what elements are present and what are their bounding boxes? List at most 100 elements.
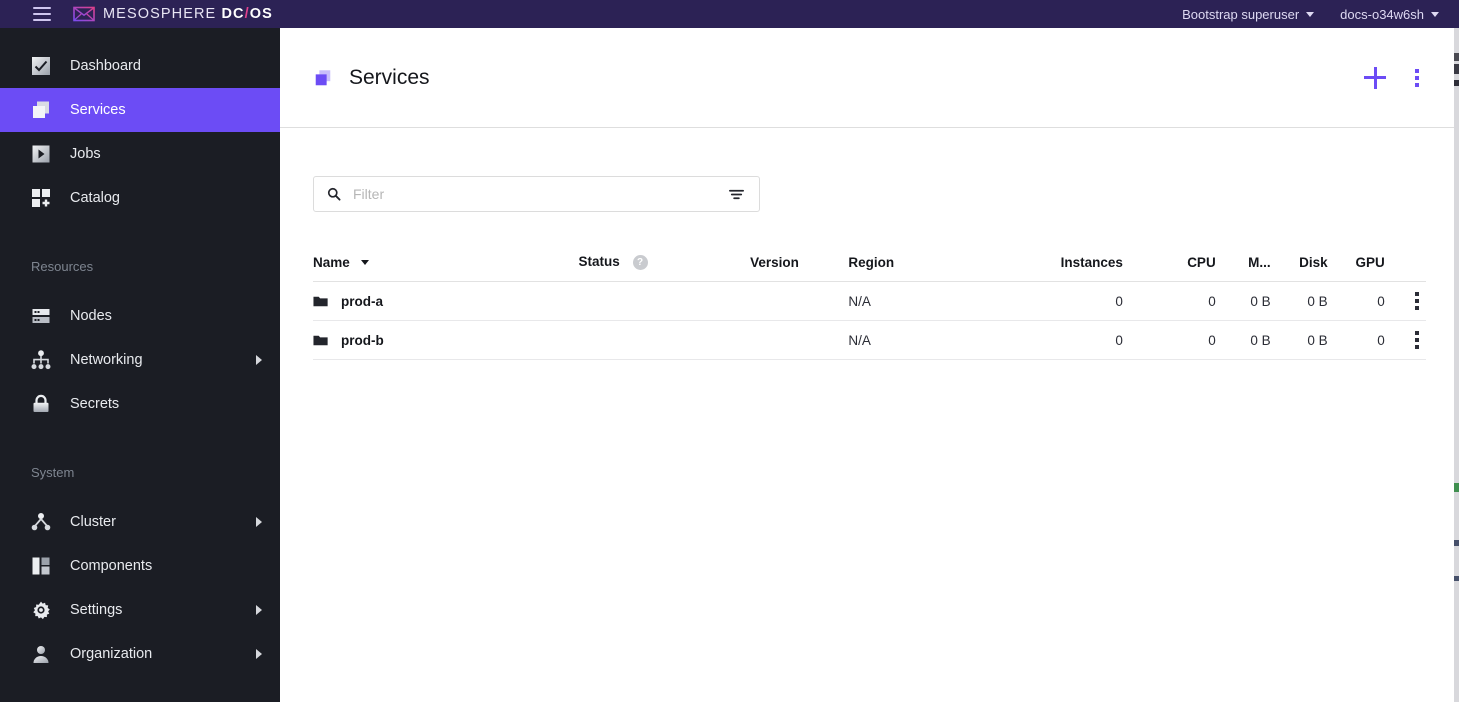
user-menu[interactable]: Bootstrap superuser <box>1182 7 1315 22</box>
column-header-status[interactable]: Status ? <box>578 254 751 282</box>
cell-name[interactable]: prod-b <box>313 320 579 360</box>
page-header-actions <box>1364 66 1426 89</box>
column-header-actions <box>1384 254 1426 282</box>
help-icon[interactable]: ? <box>632 255 648 270</box>
kebab-dot <box>1415 75 1419 80</box>
components-icon <box>32 557 50 575</box>
sidebar-item-label: Jobs <box>70 146 101 162</box>
cluster-menu[interactable]: docs-o34w6sh <box>1340 7 1439 22</box>
cell-instances: 0 <box>1028 320 1123 360</box>
column-header-gpu[interactable]: GPU <box>1327 254 1385 282</box>
sidebar: Dashboard Services Jobs Catalog Resource <box>0 28 280 702</box>
service-name: prod-a <box>341 293 383 309</box>
table-body: prod-a N/A 0 0 0 B 0 B 0 prod-b N/A 0 0 … <box>313 281 1426 360</box>
sidebar-item-label: Organization <box>70 646 153 662</box>
sidebar-item-label: Services <box>70 102 126 118</box>
top-bar: MESOSPHERE DC/OS Bootstrap superuser doc… <box>0 0 1459 28</box>
sidebar-item-nodes[interactable]: Nodes <box>0 294 280 338</box>
more-vertical-icon[interactable] <box>1408 67 1426 89</box>
cell-mem: 0 B <box>1215 281 1271 321</box>
filter-bar[interactable] <box>313 176 760 212</box>
catalog-icon <box>32 189 50 207</box>
nodes-icon <box>32 309 50 323</box>
sidebar-item-label: Secrets <box>70 396 120 412</box>
hamburger-icon[interactable] <box>33 7 51 21</box>
column-header-cpu[interactable]: CPU <box>1122 254 1216 282</box>
edge-fleck <box>1454 576 1459 581</box>
service-name: prod-b <box>341 332 384 348</box>
column-header-region[interactable]: Region <box>848 254 1029 282</box>
kebab-dot <box>1415 68 1419 73</box>
search-input[interactable] <box>353 186 728 202</box>
column-header-name[interactable]: Name <box>313 254 579 282</box>
services-content: Name Status ? Version Region Instances C… <box>280 128 1459 360</box>
kebab-dot <box>1415 338 1419 342</box>
service-name-group: prod-a <box>313 294 579 309</box>
sort-desc-icon <box>360 259 369 265</box>
cluster-menu-label: docs-o34w6sh <box>1340 6 1424 22</box>
cell-name[interactable]: prod-a <box>313 281 579 321</box>
table-head: Name Status ? Version Region Instances C… <box>313 254 1426 282</box>
sidebar-item-label: Nodes <box>70 308 112 324</box>
chevron-right-icon <box>256 605 262 615</box>
column-header-version[interactable]: Version <box>750 254 849 282</box>
brand-dc: DC <box>221 6 245 22</box>
row-more-vertical-icon[interactable] <box>1408 329 1426 351</box>
cell-status <box>578 281 751 321</box>
sidebar-item-jobs[interactable]: Jobs <box>0 132 280 176</box>
row-more-vertical-icon[interactable] <box>1408 290 1426 312</box>
sidebar-item-label: Networking <box>70 352 143 368</box>
brand-os: OS <box>249 6 273 22</box>
cell-cpu: 0 <box>1122 320 1216 360</box>
window-edge-scrollbar[interactable] <box>1454 28 1459 702</box>
organization-icon <box>33 646 49 663</box>
hamburger-line <box>33 7 51 9</box>
brand-logo[interactable]: MESOSPHERE DC/OS <box>73 6 273 22</box>
sidebar-item-catalog[interactable]: Catalog <box>0 176 280 220</box>
page-title-group: Services <box>313 66 430 90</box>
sidebar-item-organization[interactable]: Organization <box>0 632 280 676</box>
brand-prefix: MESOSPHERE <box>103 6 217 22</box>
chevron-right-icon <box>256 649 262 659</box>
service-name-group: prod-b <box>313 333 579 348</box>
filter-lines-icon[interactable] <box>728 186 745 203</box>
page-title: Services <box>349 65 430 89</box>
table-row[interactable]: prod-b N/A 0 0 0 B 0 B 0 <box>313 320 1426 360</box>
sidebar-item-secrets[interactable]: Secrets <box>0 382 280 426</box>
cell-gpu: 0 <box>1327 320 1385 360</box>
sidebar-section-system: System <box>31 465 75 480</box>
folder-icon <box>313 296 328 306</box>
column-header-mem[interactable]: M... <box>1215 254 1271 282</box>
table-row[interactable]: prod-a N/A 0 0 0 B 0 B 0 <box>313 281 1426 321</box>
page-header: Services <box>280 28 1459 128</box>
kebab-dot <box>1415 345 1419 349</box>
hamburger-line <box>33 13 51 15</box>
search-icon <box>327 187 341 201</box>
column-header-instances[interactable]: Instances <box>1028 254 1123 282</box>
sidebar-item-dashboard[interactable]: Dashboard <box>0 44 280 88</box>
sidebar-item-cluster[interactable]: Cluster <box>0 500 280 544</box>
sidebar-item-label: Components <box>70 558 153 574</box>
edge-fleck <box>1454 483 1459 492</box>
secrets-icon <box>33 394 49 412</box>
sidebar-item-settings[interactable]: Settings <box>0 588 280 632</box>
sidebar-item-networking[interactable]: Networking <box>0 338 280 382</box>
networking-icon <box>31 350 51 370</box>
cell-cpu: 0 <box>1122 281 1216 321</box>
cell-version <box>750 281 849 321</box>
cell-disk: 0 B <box>1270 320 1328 360</box>
sidebar-item-services[interactable]: Services <box>0 88 280 132</box>
column-header-name-label: Name <box>313 254 350 270</box>
services-icon <box>33 101 49 118</box>
add-icon[interactable] <box>1364 66 1386 89</box>
cell-region: N/A <box>848 281 1029 321</box>
chevron-down-icon <box>1306 11 1315 17</box>
column-header-disk[interactable]: Disk <box>1270 254 1328 282</box>
kebab-dot <box>1415 299 1419 303</box>
sidebar-item-label: Cluster <box>70 514 116 530</box>
sidebar-item-components[interactable]: Components <box>0 544 280 588</box>
sidebar-item-label: Dashboard <box>70 58 141 74</box>
